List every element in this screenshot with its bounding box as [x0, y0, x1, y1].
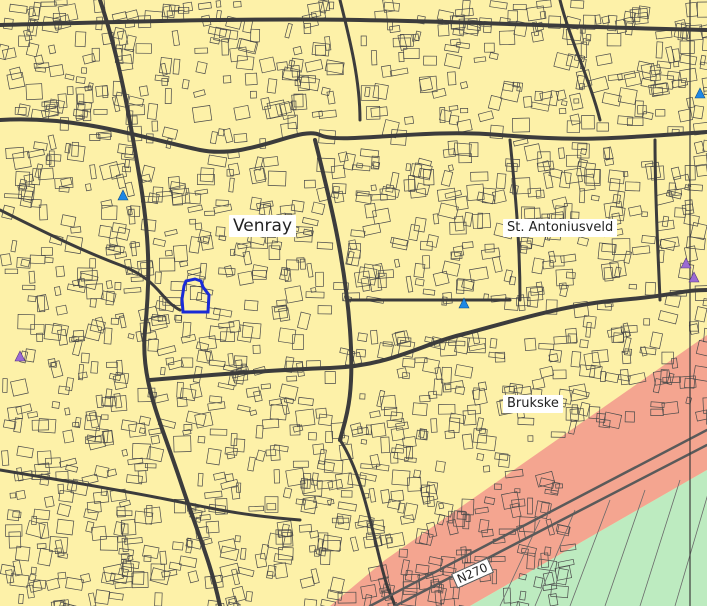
map-viewport[interactable]: Venray St. Antoniusveld Brukske N270 [0, 0, 707, 606]
map-canvas[interactable] [0, 0, 707, 606]
place-label-antoniusveld: St. Antoniusveld [503, 219, 618, 237]
place-label-venray: Venray [229, 215, 297, 237]
place-label-brukske: Brukske [503, 395, 563, 413]
